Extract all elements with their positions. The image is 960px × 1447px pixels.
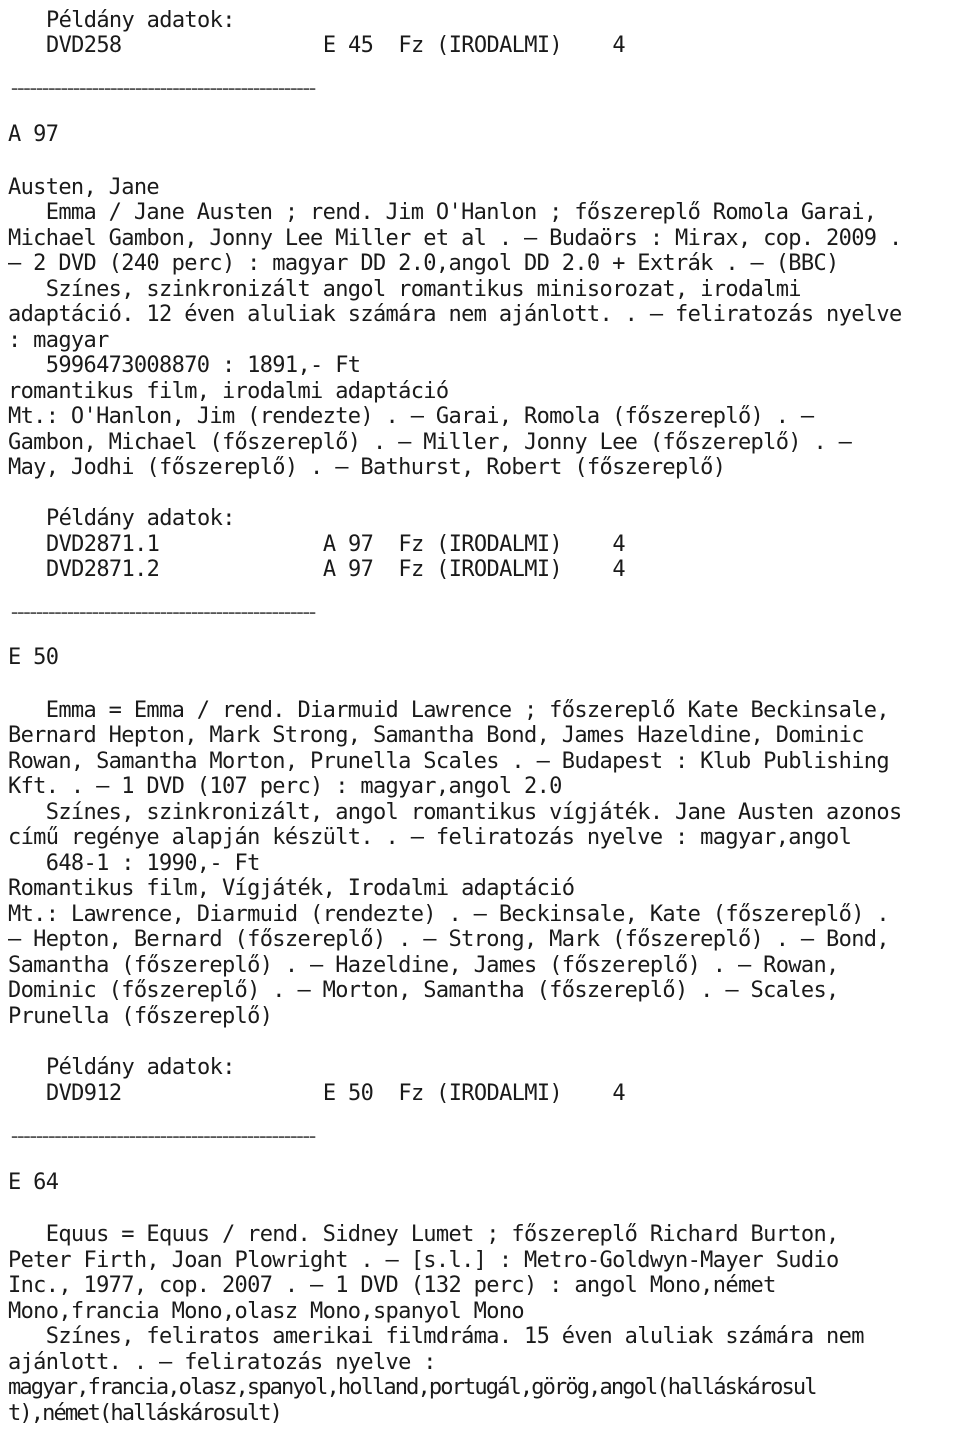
record-separator: ----------------------------------------… bbox=[8, 76, 319, 101]
shelfmark-heading: E 64 bbox=[8, 1170, 59, 1195]
copy-data-header: Példány adatok: bbox=[46, 506, 235, 531]
catalog-printout-page: Példány adatok: DVD258 E 45 Fz (IRODALMI)… bbox=[0, 0, 960, 1447]
note-line: Színes, szinkronizált, angol romantikus … bbox=[8, 800, 902, 825]
subject-line: Romantikus film, Vígjáték, Irodalmi adap… bbox=[8, 876, 575, 901]
imprint-line: Peter Firth, Joan Plowright . — [s.l.] :… bbox=[8, 1248, 839, 1273]
isbn-price-line: 648-1 : 1990,- Ft bbox=[8, 851, 261, 876]
added-entries-line: — Hepton, Bernard (főszereplő) . — Stron… bbox=[8, 927, 890, 952]
record-separator: ----------------------------------------… bbox=[8, 1124, 319, 1149]
title-statement: Emma = Emma / rend. Diarmuid Lawrence ; … bbox=[8, 698, 890, 723]
note-line: : magyar bbox=[8, 328, 109, 353]
added-entries-line: May, Jodhi (főszereplő) . — Bathurst, Ro… bbox=[8, 455, 726, 480]
physical-description: Mono,francia Mono,olasz Mono,spanyol Mon… bbox=[8, 1299, 525, 1324]
added-entries-line: Prunella (főszereplő) bbox=[8, 1004, 273, 1029]
added-entries-line: Gambon, Michael (főszereplő) . — Miller,… bbox=[8, 430, 852, 455]
note-line: ajánlott. . — feliratozás nyelve : bbox=[8, 1350, 437, 1375]
shelfmark-heading: E 50 bbox=[8, 645, 59, 670]
note-line: című regénye alapján készült. . — felira… bbox=[8, 825, 852, 850]
author-line: Austen, Jane bbox=[8, 175, 160, 200]
shelfmark-heading: A 97 bbox=[8, 122, 59, 147]
physical-description: Kft. . — 1 DVD (107 perc) : magyar,angol… bbox=[8, 774, 562, 799]
physical-description: Inc., 1977, cop. 2007 . — 1 DVD (132 per… bbox=[8, 1273, 776, 1298]
physical-description: — 2 DVD (240 perc) : magyar DD 2.0,angol… bbox=[8, 251, 839, 276]
added-entries-line: Dominic (főszereplő) . — Morton, Samanth… bbox=[8, 978, 839, 1003]
note-line: magyar,francia,olasz,spanyol,holland,por… bbox=[8, 1375, 818, 1400]
subject-line: romantikus film, irodalmi adaptáció bbox=[8, 379, 449, 404]
added-entries-line: Mt.: O'Hanlon, Jim (rendezte) . — Garai,… bbox=[8, 404, 814, 429]
copy-row: DVD2871.1 A 97 Fz (IRODALMI) 4 bbox=[46, 532, 626, 557]
note-line: Színes, feliratos amerikai filmdráma. 15… bbox=[8, 1324, 865, 1349]
imprint-line: Michael Gambon, Jonny Lee Miller et al .… bbox=[8, 226, 902, 251]
note-line: adaptáció. 12 éven aluliak számára nem a… bbox=[8, 302, 902, 327]
record-separator: ----------------------------------------… bbox=[8, 600, 319, 625]
copy-row: DVD912 E 50 Fz (IRODALMI) 4 bbox=[46, 1081, 626, 1106]
added-entries-line: Samantha (főszereplő) . — Hazeldine, Jam… bbox=[8, 953, 839, 978]
note-line: Színes, szinkronizált angol romantikus m… bbox=[8, 277, 802, 302]
imprint-line: Rowan, Samantha Morton, Prunella Scales … bbox=[8, 749, 890, 774]
copy-row: DVD2871.2 A 97 Fz (IRODALMI) 4 bbox=[46, 557, 626, 582]
copy-row: DVD258 E 45 Fz (IRODALMI) 4 bbox=[46, 33, 626, 58]
copy-data-header: Példány adatok: bbox=[46, 1055, 235, 1080]
title-statement: Bernard Hepton, Mark Strong, Samantha Bo… bbox=[8, 723, 864, 748]
isbn-price-line: 5996473008870 : 1891,- Ft bbox=[8, 353, 361, 378]
added-entries-line: Mt.: Lawrence, Diarmuid (rendezte) . — B… bbox=[8, 902, 890, 927]
copy-data-header: Példány adatok: bbox=[46, 8, 235, 33]
title-statement: Emma / Jane Austen ; rend. Jim O'Hanlon … bbox=[8, 200, 877, 225]
note-line: t),német(halláskárosult) bbox=[8, 1401, 283, 1426]
title-statement: Equus = Equus / rend. Sidney Lumet ; fős… bbox=[8, 1222, 840, 1247]
